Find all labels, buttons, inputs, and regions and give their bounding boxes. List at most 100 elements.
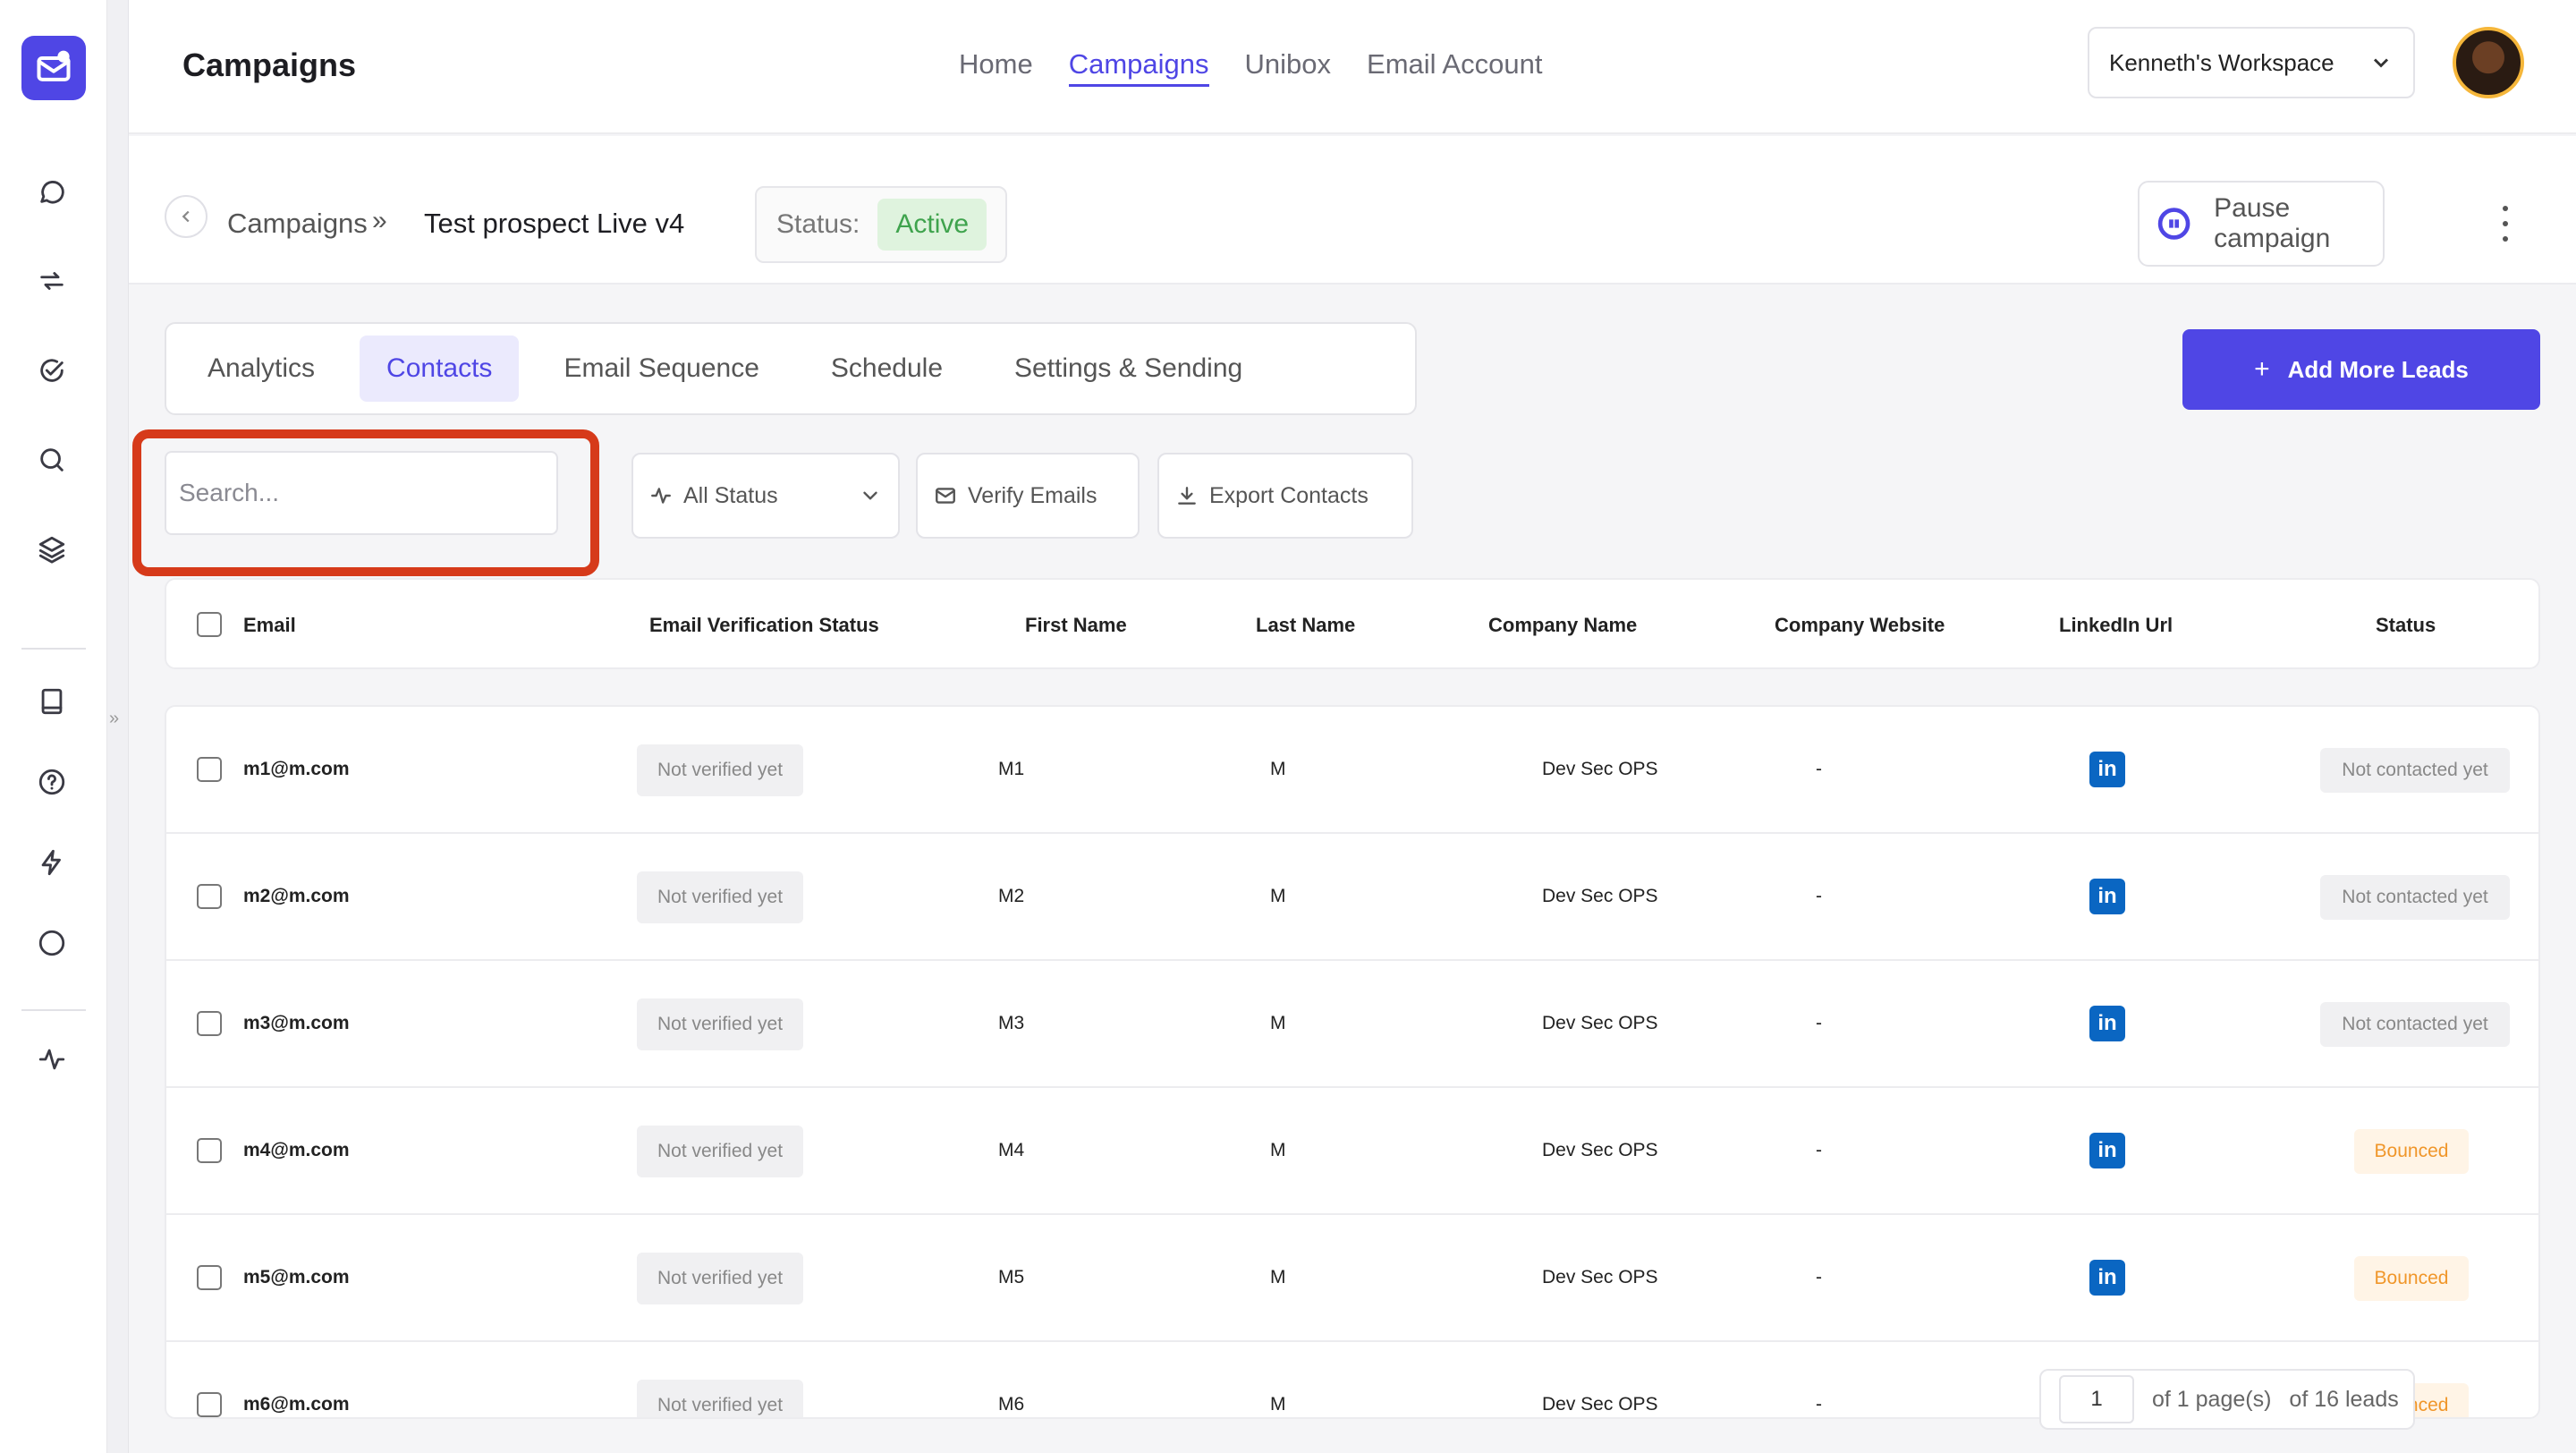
status-label: Status:	[776, 209, 860, 239]
column-verification-status[interactable]: Email Verification Status	[649, 614, 879, 637]
verification-badge: Not verified yet	[637, 744, 803, 796]
verification-badge: Not verified yet	[637, 1126, 803, 1177]
nav-email-account[interactable]: Email Account	[1367, 48, 1542, 87]
avatar[interactable]	[2453, 27, 2524, 98]
verification-badge: Not verified yet	[637, 1380, 803, 1417]
check-circle-icon[interactable]	[32, 351, 72, 390]
column-first-name[interactable]: First Name	[1025, 614, 1127, 637]
table-row[interactable]: m1@m.com Not verified yet M1 M Dev Sec O…	[166, 707, 2538, 834]
chevron-left-icon	[182, 210, 190, 223]
first-name-cell: M4	[998, 1140, 1025, 1160]
repeat-icon[interactable]	[32, 261, 72, 301]
top-header: Campaigns Home Campaigns Unibox Email Ac…	[129, 0, 2576, 134]
status-filter-select[interactable]: All Status	[631, 453, 900, 539]
workspace-selector[interactable]: Kenneth's Workspace	[2088, 27, 2415, 98]
verify-emails-button[interactable]: Verify Emails	[916, 453, 1140, 539]
company-name-cell: Dev Sec OPS	[1542, 1013, 1658, 1033]
download-icon	[1178, 487, 1196, 505]
first-name-cell: M5	[998, 1267, 1025, 1287]
first-name-cell: M1	[998, 759, 1025, 779]
column-company-name[interactable]: Company Name	[1488, 614, 1637, 637]
row-checkbox[interactable]	[197, 1265, 222, 1290]
campaign-header: Campaigns » Test prospect Live v4 Status…	[129, 136, 2576, 285]
app-logo-icon[interactable]	[21, 36, 86, 100]
sidebar-divider	[21, 1009, 86, 1011]
last-name-cell: M	[1270, 1013, 1286, 1033]
column-last-name[interactable]: Last Name	[1256, 614, 1355, 637]
pause-campaign-button[interactable]: Pause campaign	[2138, 181, 2385, 267]
row-checkbox[interactable]	[197, 884, 222, 909]
email-cell: m4@m.com	[243, 1140, 350, 1160]
column-status[interactable]: Status	[2376, 614, 2436, 637]
linkedin-icon[interactable]: in	[2089, 1006, 2125, 1041]
add-more-leads-button[interactable]: + Add More Leads	[2182, 329, 2540, 410]
column-linkedin-url[interactable]: LinkedIn Url	[2059, 614, 2173, 637]
campaign-status: Status: Active	[755, 186, 1007, 263]
tab-settings-sending[interactable]: Settings & Sending	[987, 336, 1269, 402]
activity-icon[interactable]	[32, 1040, 72, 1079]
nav-home[interactable]: Home	[959, 48, 1033, 87]
table-row[interactable]: m5@m.com Not verified yet M5 M Dev Sec O…	[166, 1215, 2538, 1342]
linkedin-icon[interactable]: in	[2089, 879, 2125, 914]
tab-analytics[interactable]: Analytics	[181, 336, 342, 402]
tab-contacts[interactable]: Contacts	[360, 336, 520, 402]
table-row[interactable]: m3@m.com Not verified yet M3 M Dev Sec O…	[166, 961, 2538, 1088]
nav-campaigns[interactable]: Campaigns	[1068, 48, 1209, 87]
column-email[interactable]: Email	[243, 614, 296, 637]
email-cell: m5@m.com	[243, 1267, 350, 1287]
layers-icon[interactable]	[32, 530, 72, 569]
company-website-cell: -	[1816, 759, 1822, 779]
email-cell: m2@m.com	[243, 886, 350, 906]
add-more-leads-label: Add More Leads	[2287, 355, 2469, 383]
search-input[interactable]	[165, 451, 558, 535]
select-all-checkbox[interactable]	[197, 612, 222, 637]
email-cell: m6@m.com	[243, 1394, 350, 1415]
circle-icon[interactable]	[32, 923, 72, 963]
help-icon[interactable]	[32, 762, 72, 802]
expand-sidebar-icon[interactable]: »	[109, 709, 119, 729]
first-name-cell: M6	[998, 1394, 1025, 1415]
first-name-cell: M3	[998, 1013, 1025, 1033]
last-name-cell: M	[1270, 1267, 1286, 1287]
row-checkbox[interactable]	[197, 757, 222, 782]
back-button[interactable]	[165, 195, 208, 238]
status-badge: Bounced	[2354, 1129, 2469, 1174]
plus-icon: +	[2254, 354, 2270, 384]
email-cell: m3@m.com	[243, 1013, 350, 1033]
top-nav: Home Campaigns Unibox Email Account	[959, 48, 1542, 87]
linkedin-icon[interactable]: in	[2089, 1133, 2125, 1168]
row-checkbox[interactable]	[197, 1392, 222, 1417]
table-row[interactable]: m4@m.com Not verified yet M4 M Dev Sec O…	[166, 1088, 2538, 1215]
nav-unibox[interactable]: Unibox	[1245, 48, 1332, 87]
row-checkbox[interactable]	[197, 1138, 222, 1163]
page-number-input[interactable]	[2059, 1375, 2134, 1423]
workspace-name: Kenneth's Workspace	[2109, 48, 2334, 76]
breadcrumb-campaigns[interactable]: Campaigns	[227, 208, 368, 240]
more-options-icon[interactable]	[2499, 206, 2512, 242]
table-row[interactable]: m2@m.com Not verified yet M2 M Dev Sec O…	[166, 834, 2538, 961]
export-contacts-button[interactable]: Export Contacts	[1157, 453, 1413, 539]
pause-campaign-label: Pause campaign	[2214, 193, 2331, 253]
column-company-website[interactable]: Company Website	[1775, 614, 1945, 637]
lightning-icon[interactable]	[32, 843, 72, 882]
row-checkbox[interactable]	[197, 1011, 222, 1036]
company-website-cell: -	[1816, 1013, 1822, 1033]
linkedin-icon[interactable]: in	[2089, 752, 2125, 787]
book-icon[interactable]	[32, 682, 72, 721]
chat-icon[interactable]	[32, 172, 72, 211]
export-contacts-label: Export Contacts	[1209, 482, 1368, 508]
company-website-cell: -	[1816, 886, 1822, 906]
linkedin-icon[interactable]: in	[2089, 1260, 2125, 1296]
last-name-cell: M	[1270, 1394, 1286, 1415]
activity-icon	[651, 488, 671, 504]
status-badge: Not contacted yet	[2320, 748, 2510, 793]
search-icon[interactable]	[32, 440, 72, 480]
left-sidebar	[0, 0, 107, 1453]
tab-schedule[interactable]: Schedule	[804, 336, 970, 402]
last-name-cell: M	[1270, 759, 1286, 779]
sidebar-divider	[21, 648, 86, 650]
page-count: of 1 page(s)	[2152, 1386, 2272, 1412]
company-name-cell: Dev Sec OPS	[1542, 1394, 1658, 1415]
status-badge: Not contacted yet	[2320, 1002, 2510, 1047]
tab-email-sequence[interactable]: Email Sequence	[537, 336, 785, 402]
